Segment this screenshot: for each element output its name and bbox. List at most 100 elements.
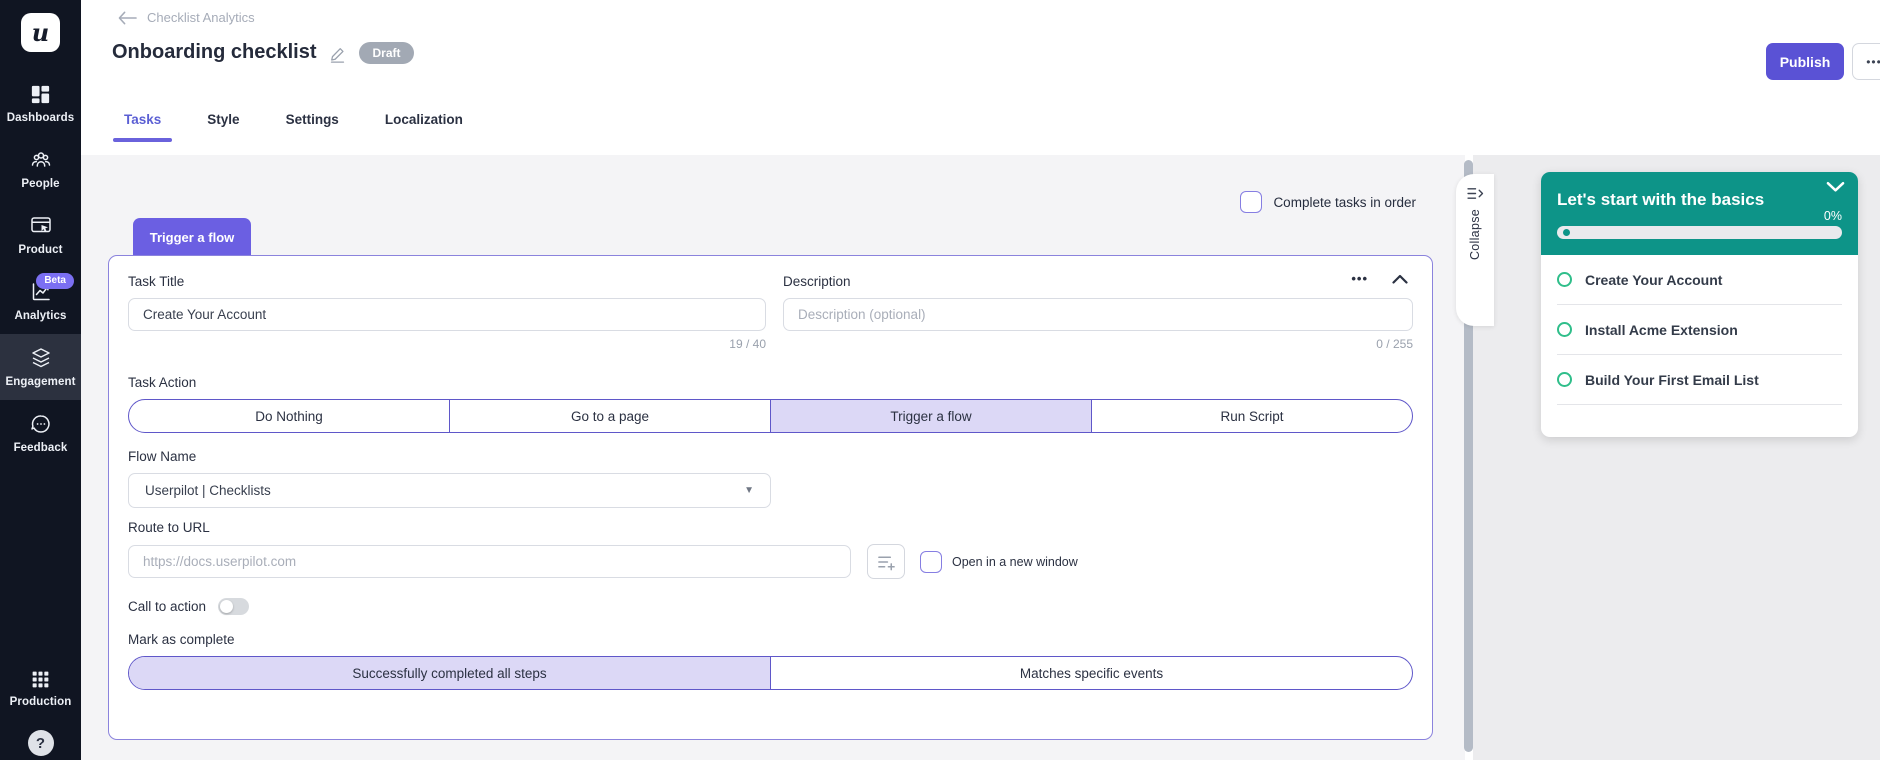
description-counter: 0 / 255: [783, 337, 1413, 351]
tab-bar: Tasks Style Settings Localization: [124, 112, 463, 142]
task-action-run-script[interactable]: Run Script: [1091, 400, 1412, 432]
collapse-card-icon[interactable]: [1392, 274, 1408, 284]
production-icon: [30, 669, 51, 690]
mark-complete-specific-events[interactable]: Matches specific events: [770, 657, 1412, 689]
description-input[interactable]: [783, 298, 1413, 331]
page-title: Onboarding checklist: [112, 41, 316, 64]
title-description-row: Task Title 19 / 40 Description 0 / 255: [128, 274, 1413, 351]
tab-style[interactable]: Style: [207, 112, 239, 142]
tab-localization[interactable]: Localization: [385, 112, 463, 142]
sidebar-item-label: People: [21, 178, 59, 190]
checklist-item[interactable]: Build Your First Email List: [1557, 355, 1842, 405]
more-icon: •••: [1866, 55, 1880, 69]
flow-name-select[interactable]: Userpilot | Checklists ▼: [128, 473, 771, 508]
chevron-down-icon[interactable]: [1826, 181, 1845, 193]
task-action-segmented: Do Nothing Go to a page Trigger a flow R…: [128, 399, 1413, 433]
checklist-item[interactable]: Create Your Account: [1557, 255, 1842, 305]
task-action-label: Task Action: [128, 375, 1413, 390]
checklist-preview-header: Let's start with the basics 0%: [1541, 172, 1858, 255]
checklist-preview-card: Let's start with the basics 0% Create Yo…: [1541, 172, 1858, 437]
checklist-title: Let's start with the basics: [1557, 190, 1764, 210]
task-title-input[interactable]: [128, 298, 766, 331]
engagement-icon: [29, 346, 53, 370]
sidebar-item-label: Analytics: [14, 310, 66, 322]
sidebar-item-analytics[interactable]: Beta Analytics: [0, 268, 81, 334]
checklist-item-label: Install Acme Extension: [1585, 322, 1738, 338]
flow-name-label: Flow Name: [128, 449, 1413, 464]
task-more-icon[interactable]: •••: [1351, 272, 1368, 285]
sidebar-item-label: Feedback: [14, 442, 68, 454]
sidebar-bottom: Production ?: [0, 655, 81, 760]
tab-tasks[interactable]: Tasks: [124, 112, 161, 142]
complete-tasks-checkbox[interactable]: [1240, 191, 1262, 213]
mark-complete-all-steps[interactable]: Successfully completed all steps: [129, 657, 770, 689]
task-card: ••• Task Title 19 / 40 Description 0 / 2…: [108, 255, 1433, 740]
tab-settings[interactable]: Settings: [286, 112, 339, 142]
beta-badge: Beta: [36, 273, 74, 289]
preview-panel: Let's start with the basics 0% Create Yo…: [1473, 155, 1880, 760]
sidebar-nav: Dashboards People Product Beta Analytics: [0, 70, 81, 466]
title-row: Onboarding checklist Draft: [112, 41, 414, 64]
sidebar-item-engagement[interactable]: Engagement: [0, 334, 81, 400]
task-action-do-nothing[interactable]: Do Nothing: [129, 400, 449, 432]
add-attribute-button[interactable]: [867, 544, 905, 579]
description-label: Description: [783, 274, 1413, 289]
progress-indicator: [1563, 229, 1570, 236]
task-circle-icon: [1557, 272, 1572, 287]
help-icon[interactable]: ?: [28, 730, 54, 756]
task-card-actions: •••: [1351, 272, 1408, 285]
app-logo[interactable]: u: [21, 13, 60, 52]
sidebar-item-label: Dashboards: [7, 112, 74, 124]
sidebar: u Dashboards People Product Beta Ana: [0, 0, 81, 760]
main-content: Complete tasks in order Trigger a flow •…: [81, 155, 1465, 760]
route-url-label: Route to URL: [128, 520, 1413, 535]
collapse-label: Collapse: [1468, 209, 1482, 260]
mark-complete-label: Mark as complete: [128, 632, 1413, 647]
edit-pencil-icon[interactable]: [329, 46, 346, 63]
sidebar-item-production[interactable]: Production: [0, 655, 81, 721]
open-new-window-checkbox[interactable]: [920, 551, 942, 573]
sidebar-item-label: Engagement: [5, 376, 75, 388]
open-new-window-label: Open in a new window: [952, 555, 1078, 569]
collapse-panel-tab[interactable]: Collapse: [1456, 174, 1494, 326]
progress-bar: [1557, 226, 1842, 239]
route-url-input[interactable]: [128, 545, 851, 578]
mark-complete-segmented: Successfully completed all steps Matches…: [128, 656, 1413, 690]
progress-percent: 0%: [1824, 209, 1842, 223]
checklist-items: Create Your Account Install Acme Extensi…: [1541, 255, 1858, 437]
checklist-item-label: Build Your First Email List: [1585, 372, 1759, 388]
sidebar-item-dashboards[interactable]: Dashboards: [0, 70, 81, 136]
product-icon: [29, 214, 53, 238]
status-badge: Draft: [359, 42, 413, 64]
back-arrow-icon[interactable]: [118, 11, 137, 25]
flow-name-value: Userpilot | Checklists: [145, 483, 271, 498]
sidebar-item-people[interactable]: People: [0, 136, 81, 202]
feedback-icon: [29, 412, 53, 436]
sidebar-item-product[interactable]: Product: [0, 202, 81, 268]
header-more-button[interactable]: •••: [1852, 43, 1880, 80]
task-title-counter: 19 / 40: [128, 337, 766, 351]
call-to-action-toggle[interactable]: [218, 598, 249, 615]
checklist-item-label: Create Your Account: [1585, 272, 1722, 288]
people-icon: [29, 148, 53, 172]
open-new-window[interactable]: Open in a new window: [920, 551, 1078, 573]
complete-tasks-in-order[interactable]: Complete tasks in order: [1240, 191, 1416, 213]
trigger-flow-tab-button[interactable]: Trigger a flow: [133, 218, 251, 256]
publish-button[interactable]: Publish: [1766, 43, 1844, 80]
sidebar-item-label: Production: [10, 696, 72, 708]
sidebar-item-label: Product: [18, 244, 62, 256]
breadcrumb[interactable]: Checklist Analytics: [118, 10, 255, 25]
task-action-go-to-page[interactable]: Go to a page: [449, 400, 770, 432]
complete-tasks-label: Complete tasks in order: [1273, 195, 1416, 210]
header: Checklist Analytics Onboarding checklist…: [81, 0, 1880, 155]
task-circle-icon: [1557, 322, 1572, 337]
breadcrumb-label[interactable]: Checklist Analytics: [147, 10, 255, 25]
checklist-item[interactable]: Install Acme Extension: [1557, 305, 1842, 355]
description-field: Description 0 / 255: [783, 274, 1413, 351]
sidebar-item-feedback[interactable]: Feedback: [0, 400, 81, 466]
task-action-trigger-flow[interactable]: Trigger a flow: [770, 400, 1091, 432]
call-to-action-row: Call to action: [128, 598, 1413, 615]
call-to-action-label: Call to action: [128, 599, 206, 614]
collapse-icon: [1467, 187, 1484, 200]
dashboards-icon: [29, 83, 52, 106]
